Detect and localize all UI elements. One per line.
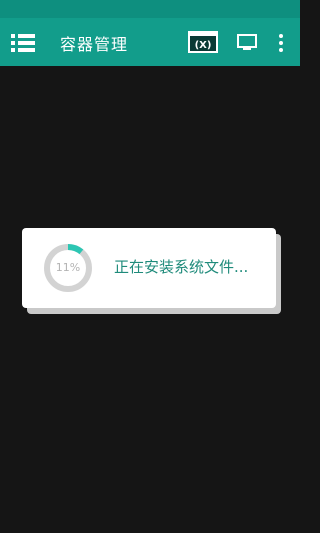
monitor-icon[interactable] xyxy=(237,34,257,51)
more-vert-icon[interactable] xyxy=(274,33,288,53)
x-window-icon[interactable]: (X) xyxy=(188,31,218,53)
hamburger-menu-icon[interactable] xyxy=(10,32,36,54)
progress-percent-label: 11% xyxy=(55,261,81,274)
app-bar: 容器管理 (X) xyxy=(0,18,300,66)
page-title: 容器管理 xyxy=(60,35,129,54)
install-status-message: 正在安装系统文件... xyxy=(114,258,249,276)
svg-text:(X): (X) xyxy=(195,40,212,51)
status-bar xyxy=(0,0,300,18)
progress-dialog: 11% 正在安装系统文件... xyxy=(22,228,276,308)
